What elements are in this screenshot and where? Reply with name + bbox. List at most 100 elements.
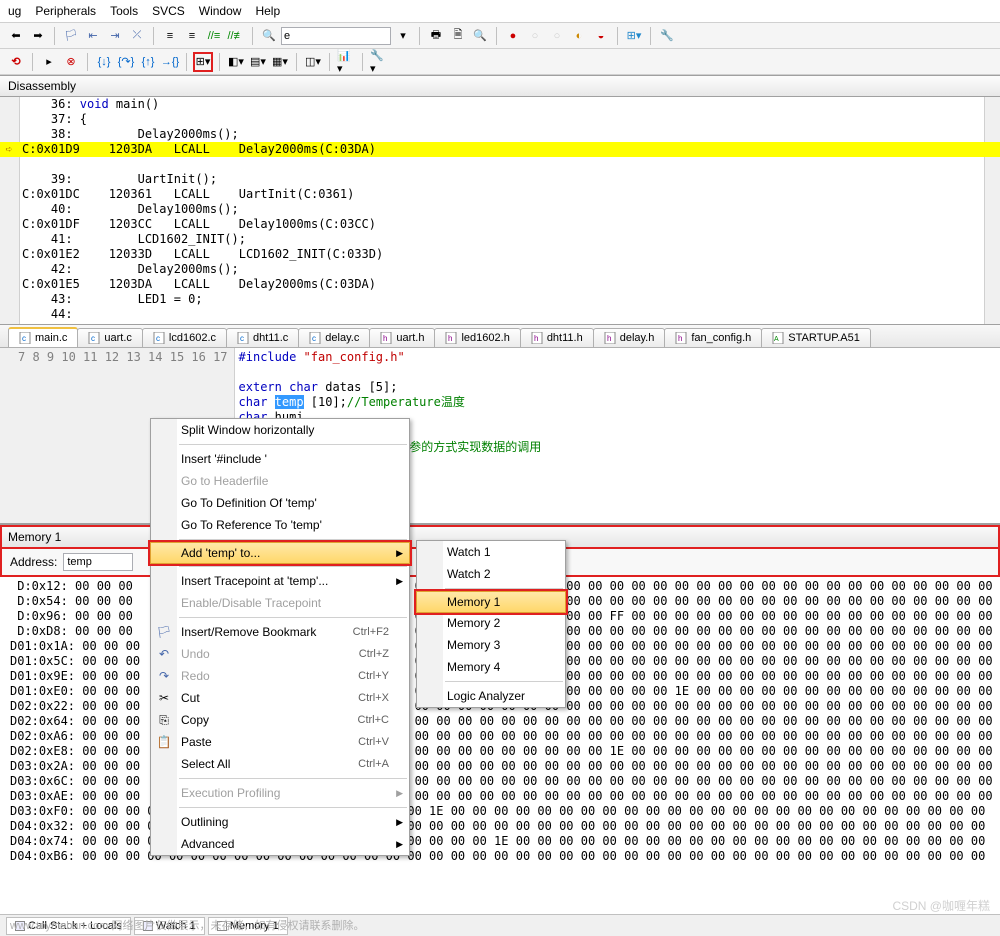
disasm-window-icon[interactable]: ⊞▾ (193, 52, 213, 72)
disassembly-title: Disassembly (0, 75, 1000, 97)
menu-item-Execution Profiling: Execution Profiling▶ (151, 782, 409, 804)
svg-text:h: h (383, 334, 387, 343)
menu-item-Go To Definition Of 'temp'[interactable]: Go To Definition Of 'temp' (151, 492, 409, 514)
menu-item-Memory 2[interactable]: Memory 2 (417, 612, 565, 634)
menu-item-Paste[interactable]: 📋PasteCtrl+V (151, 731, 409, 753)
toolbar-2: ⟲ ▸ ⊗ {↓} {↷} {↑} →{} ⊞▾ ◧▾ ▤▾ ▦▾ ◫▾ 📊▾ … (0, 49, 1000, 75)
dot5-icon[interactable]: ◒ (591, 26, 611, 46)
tab-fan_config.h[interactable]: hfan_config.h (664, 328, 762, 347)
nav-back-icon[interactable]: ⬅ (6, 26, 26, 46)
tab-lcd1602.c[interactable]: clcd1602.c (142, 328, 227, 347)
menu-Help[interactable]: Help (255, 4, 280, 18)
menu-item-Copy[interactable]: ⎘CopyCtrl+C (151, 709, 409, 731)
menu-item-Watch 1[interactable]: Watch 1 (417, 541, 565, 563)
menu-item-Undo: ↶UndoCtrl+Z (151, 643, 409, 665)
nav-fwd-icon[interactable]: ➡ (28, 26, 48, 46)
bookmark-clear-icon[interactable]: ⤫ (127, 26, 147, 46)
menu-item-Memory 4[interactable]: Memory 4 (417, 656, 565, 678)
find-input[interactable] (281, 27, 391, 45)
menu-item-Insert Tracepoint at 'temp'...[interactable]: Insert Tracepoint at 'temp'...▶ (151, 570, 409, 592)
menu-Tools[interactable]: Tools (110, 4, 138, 18)
reset-icon[interactable]: ⟲ (6, 52, 26, 72)
run-to-cursor-icon[interactable]: →{} (160, 52, 180, 72)
dot2-icon[interactable]: ○ (525, 26, 545, 46)
svg-text:c: c (240, 334, 244, 343)
tab-uart.c[interactable]: cuart.c (77, 328, 143, 347)
step-into-icon[interactable]: {↓} (94, 52, 114, 72)
svg-text:h: h (678, 334, 682, 343)
file-tabbar[interactable]: cmain.ccuart.cclcd1602.ccdht11.ccdelay.c… (0, 325, 1000, 348)
watermark: CSDN @咖喱年糕 (892, 897, 990, 914)
tab-main.c[interactable]: cmain.c (8, 327, 78, 347)
comment-icon[interactable]: //≡ (204, 26, 224, 46)
menu-item-Go to Headerfile: Go to Headerfile (151, 470, 409, 492)
menu-item-Insert '#include <REGX52.H>'[interactable]: Insert '#include ' (151, 448, 409, 470)
menu-ug[interactable]: ug (8, 4, 21, 18)
search-icon[interactable]: 🔍 (470, 26, 490, 46)
dot3-icon[interactable]: ○ (547, 26, 567, 46)
svg-text:h: h (534, 334, 538, 343)
menu-item-Insert/Remove Bookmark[interactable]: 🏳Insert/Remove BookmarkCtrl+F2 (151, 621, 409, 643)
menu-item-Split Window horizontally[interactable]: Split Window horizontally (151, 419, 409, 441)
menu-Window[interactable]: Window (199, 4, 242, 18)
window-icon[interactable]: ⊞▾ (624, 26, 644, 46)
find-icon[interactable]: 🔍 (259, 26, 279, 46)
menu-Peripherals[interactable]: Peripherals (35, 4, 96, 18)
tab-uart.h[interactable]: huart.h (369, 328, 435, 347)
watermark-footer: www.toymoban.com 网络图片仅做展示，未存储，如有侵权请联系删除。 (10, 917, 364, 933)
dot1-icon[interactable]: ● (503, 26, 523, 46)
tab-led1602.h[interactable]: hled1602.h (434, 328, 520, 347)
menu-item-Enable/Disable Tracepoint: Enable/Disable Tracepoint (151, 592, 409, 614)
menu-item-Logic Analyzer[interactable]: Logic Analyzer (417, 685, 565, 707)
outdent-icon[interactable]: ≡ (182, 26, 202, 46)
menu-item-Outlining[interactable]: Outlining▶ (151, 811, 409, 833)
analyzer-icon[interactable]: 📊▾ (336, 52, 356, 72)
bookmark-icon[interactable]: 🏳 (61, 26, 81, 46)
svg-text:A: A (774, 336, 779, 343)
tab-dht11.c[interactable]: cdht11.c (226, 328, 299, 347)
run-icon[interactable]: ▸ (39, 52, 59, 72)
bookmark-next-icon[interactable]: ⇥ (105, 26, 125, 46)
step-out-icon[interactable]: {↑} (138, 52, 158, 72)
menu-item-Cut[interactable]: ✂CutCtrl+X (151, 687, 409, 709)
menu-item-Go To Reference To 'temp'[interactable]: Go To Reference To 'temp' (151, 514, 409, 536)
menu-item-Memory 3[interactable]: Memory 3 (417, 634, 565, 656)
tab-delay.c[interactable]: cdelay.c (298, 328, 370, 347)
address-input[interactable] (63, 553, 133, 571)
svg-text:h: h (607, 334, 611, 343)
uncomment-icon[interactable]: //≢ (226, 26, 246, 46)
menu-SVCS[interactable]: SVCS (152, 4, 185, 18)
menu-item-Advanced[interactable]: Advanced▶ (151, 833, 409, 855)
svg-text:c: c (91, 334, 95, 343)
reg-icon[interactable]: ◧▾ (226, 52, 246, 72)
tab-dht11.h[interactable]: hdht11.h (520, 328, 594, 347)
menu-item-Memory 1[interactable]: Memory 1 (416, 591, 566, 613)
dot4-icon[interactable]: ◐ (569, 26, 589, 46)
print-icon[interactable]: 🖶 (426, 26, 446, 46)
cmd-icon[interactable]: ▤▾ (248, 52, 268, 72)
step-over-icon[interactable]: {↷} (116, 52, 136, 72)
disassembly-panel[interactable]: 36: void main() 37: { 38: Delay2000ms();… (0, 97, 1000, 325)
stop-icon[interactable]: ⊗ (61, 52, 81, 72)
menu-item-Add 'temp' to...[interactable]: Add 'temp' to...▶ (150, 542, 410, 564)
doc-icon[interactable]: 🗎 (448, 26, 468, 46)
context-submenu[interactable]: Watch 1Watch 2 Memory 1Memory 2Memory 3Me… (416, 540, 566, 708)
menu-item-Select All[interactable]: Select AllCtrl+A (151, 753, 409, 775)
indent-icon[interactable]: ≡ (160, 26, 180, 46)
perf-icon[interactable]: ▦▾ (270, 52, 290, 72)
svg-text:c: c (312, 334, 316, 343)
context-menu[interactable]: Split Window horizontally Insert '#includ… (150, 418, 410, 856)
main-menubar[interactable]: ug Peripherals Tools SVCS Window Help (0, 0, 1000, 23)
find-dropdown-icon[interactable]: ▾ (393, 26, 413, 46)
tab-STARTUP.A51[interactable]: ASTARTUP.A51 (761, 328, 871, 347)
wrench-icon[interactable]: 🔧 (657, 26, 677, 46)
toolbar-1: ⬅ ➡ 🏳 ⇤ ⇥ ⤫ ≡ ≡ //≡ //≢ 🔍 ▾ 🖶 🗎 🔍 ● ○ ○ … (0, 23, 1000, 49)
bookmark-prev-icon[interactable]: ⇤ (83, 26, 103, 46)
tab-delay.h[interactable]: hdelay.h (593, 328, 666, 347)
address-label: Address: (10, 555, 57, 569)
menu-item-Watch 2[interactable]: Watch 2 (417, 563, 565, 585)
tools-icon[interactable]: 🔧▾ (369, 52, 389, 72)
svg-text:c: c (156, 334, 160, 343)
menu-item-Redo: ↷RedoCtrl+Y (151, 665, 409, 687)
serial-icon[interactable]: ◫▾ (303, 52, 323, 72)
